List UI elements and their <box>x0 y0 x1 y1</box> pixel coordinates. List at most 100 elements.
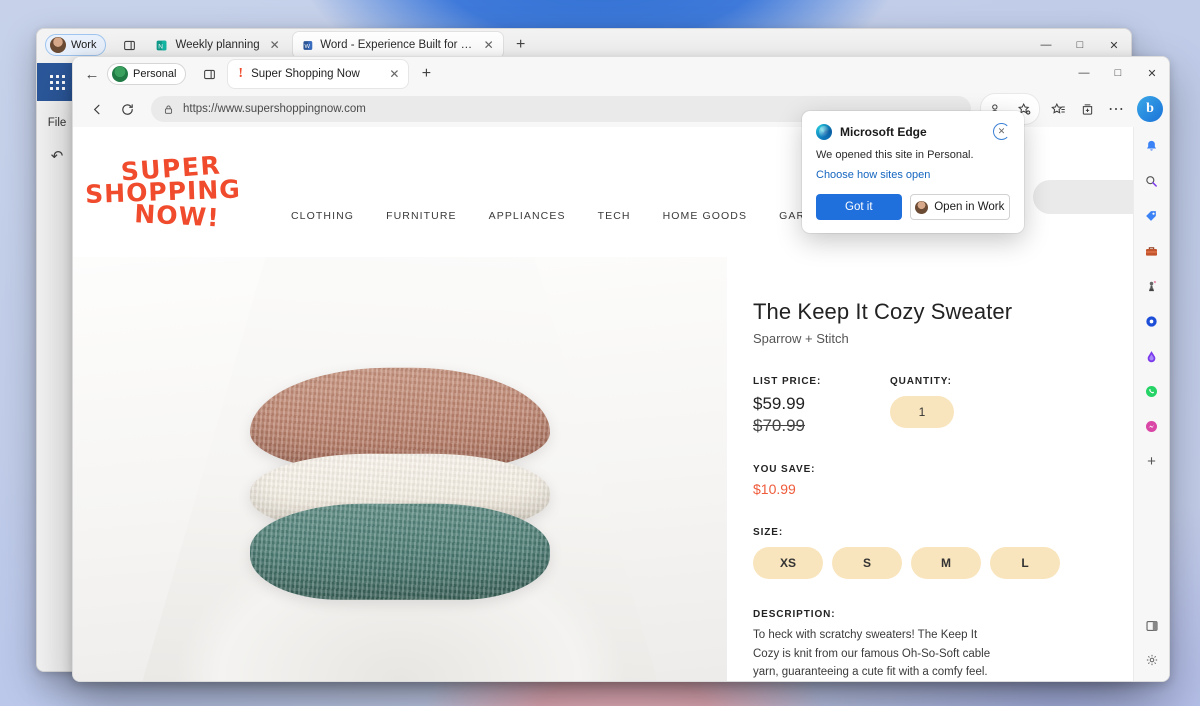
notifications-bell-icon[interactable] <box>1141 135 1163 157</box>
undo-icon[interactable]: ↶ <box>37 139 77 165</box>
quantity-stepper[interactable]: 1 <box>890 396 954 428</box>
popup-message: We opened this site in Personal. <box>816 149 974 161</box>
list-price-label: LIST PRICE: <box>753 376 822 387</box>
copilot-bing-icon[interactable]: b <box>1137 96 1163 122</box>
sweater-stack <box>250 367 550 600</box>
edge-tabbar: ← Personal ! Super Shopping Now ✕ + — □ … <box>73 57 1169 91</box>
personal-profile-label: Personal <box>133 68 177 80</box>
search-icon[interactable] <box>1141 170 1163 192</box>
edge-window-controls: — □ ✕ <box>1067 57 1169 89</box>
app-launcher-icon[interactable] <box>37 63 77 101</box>
product-brand: Sparrow + Stitch <box>753 331 849 346</box>
size-option-l[interactable]: L <box>990 547 1060 579</box>
nav-item-tech[interactable]: TECH <box>582 210 647 222</box>
add-sidebar-app-icon[interactable]: + <box>1141 450 1163 472</box>
list-price-value: $59.99 <box>753 394 805 413</box>
minimize-button[interactable]: — <box>1067 57 1101 89</box>
popup-actions: Got it Open in Work <box>816 194 1010 220</box>
word-new-tab-button[interactable]: + <box>509 33 533 57</box>
tab-label: Weekly planning <box>175 39 260 51</box>
favorites-icon[interactable] <box>1044 95 1072 123</box>
work-profile-label: Work <box>71 39 97 51</box>
size-option-s[interactable]: S <box>832 547 902 579</box>
choose-how-sites-open-link[interactable]: Choose how sites open <box>816 169 930 181</box>
popup-title: Microsoft Edge <box>840 124 927 139</box>
tools-icon[interactable] <box>1141 240 1163 262</box>
work-avatar-icon <box>915 200 929 214</box>
personal-profile-pill[interactable]: Personal <box>107 63 187 85</box>
edge-sidebar: + <box>1133 127 1169 681</box>
nav-item-clothing[interactable]: CLOTHING <box>275 210 370 222</box>
edge-tabstrip-back-icon[interactable]: ← <box>77 59 107 89</box>
tab-close-icon[interactable]: ✕ <box>481 37 497 53</box>
nav-item-appliances[interactable]: APPLIANCES <box>473 210 582 222</box>
sweater-teal <box>250 503 550 600</box>
edge-logo-icon <box>816 123 832 140</box>
browser-essentials-icon[interactable] <box>1141 310 1163 332</box>
you-save-block: YOU SAVE: $10.99 <box>753 464 1115 497</box>
tab-actions-icon[interactable] <box>116 33 142 57</box>
edge-profile-popup[interactable]: Microsoft Edge ✕ We opened this site in … <box>802 111 1024 233</box>
description-label: DESCRIPTION: <box>753 609 836 620</box>
quantity-label: QUANTITY: <box>890 376 952 387</box>
svg-text:W: W <box>304 44 310 50</box>
maximize-button[interactable]: □ <box>1101 57 1135 89</box>
edge-new-tab-button[interactable]: + <box>414 62 438 86</box>
tab-label: Word - Experience Built for Focus <box>320 39 474 51</box>
close-button[interactable]: ✕ <box>1135 57 1169 89</box>
split-screen-icon[interactable] <box>1141 615 1163 637</box>
tab-close-icon[interactable]: ✕ <box>267 37 283 53</box>
you-save-label: YOU SAVE: <box>753 464 816 475</box>
popup-header: Microsoft Edge ✕ <box>816 123 1010 140</box>
refresh-button[interactable] <box>113 95 141 123</box>
product-image[interactable] <box>73 257 727 681</box>
sidebar-settings-icon[interactable] <box>1141 649 1163 671</box>
edge-browser-window[interactable]: ← Personal ! Super Shopping Now ✕ + — □ … <box>72 56 1170 682</box>
word-file-menu[interactable]: File <box>37 101 77 139</box>
size-option-xs[interactable]: XS <box>753 547 823 579</box>
nav-item-furniture[interactable]: FURNITURE <box>370 210 473 222</box>
work-profile-pill[interactable]: Work <box>45 34 107 56</box>
shopping-tag-icon[interactable] <box>1141 205 1163 227</box>
open-in-work-label: Open in Work <box>934 201 1005 213</box>
tab-label: Super Shopping Now <box>251 68 360 80</box>
onenote-icon: N <box>157 40 167 50</box>
edge-tab-super-shopping-now[interactable]: ! Super Shopping Now ✕ <box>228 60 409 88</box>
description-block: DESCRIPTION: To heck with scratchy sweat… <box>753 609 1115 681</box>
messenger-icon[interactable] <box>1141 415 1163 437</box>
address-bar-url: https://www.supershoppingnow.com <box>183 103 366 115</box>
size-option-m[interactable]: M <box>911 547 981 579</box>
nav-item-home-goods[interactable]: HOME GOODS <box>647 210 764 222</box>
you-save-value: $10.99 <box>753 481 796 497</box>
original-price-value: $70.99 <box>753 416 805 435</box>
word-tab-experience-built-for-focus[interactable]: W Word - Experience Built for Focus ✕ <box>292 32 503 58</box>
size-label: SIZE: <box>753 527 784 538</box>
product-title: The Keep It Cozy Sweater <box>753 299 1013 324</box>
tab-actions-icon[interactable] <box>196 62 222 86</box>
collections-icon[interactable] <box>1073 95 1101 123</box>
svg-text:N: N <box>159 43 164 50</box>
size-options: XS S M L <box>753 538 1115 579</box>
product-area: The Keep It Cozy Sweater Sparrow + Stitc… <box>73 257 1155 681</box>
lock-icon <box>164 105 173 114</box>
whatsapp-icon[interactable] <box>1141 380 1163 402</box>
description-text: To heck with scratchy sweaters! The Keep… <box>753 629 991 679</box>
product-info-panel: The Keep It Cozy Sweater Sparrow + Stitc… <box>727 257 1155 681</box>
more-settings-icon[interactable]: ⋯ <box>1102 95 1130 123</box>
word-icon: W <box>303 40 312 50</box>
red-exclamation-icon: ! <box>238 66 244 81</box>
tab-close-icon[interactable]: ✕ <box>386 66 402 82</box>
price-column: LIST PRICE: $59.99 $70.99 <box>753 376 890 436</box>
back-button[interactable] <box>83 95 111 123</box>
quantity-column: QUANTITY: 1 <box>890 376 954 436</box>
got-it-button[interactable]: Got it <box>816 194 902 220</box>
word-left-rail: File ↶ <box>37 61 77 671</box>
personal-avatar-icon <box>112 66 128 82</box>
games-icon[interactable] <box>1141 275 1163 297</box>
site-logo[interactable]: SUPER SHOPPING NOW! <box>85 150 251 232</box>
popup-close-icon[interactable]: ✕ <box>993 123 1010 140</box>
drop-icon[interactable] <box>1141 345 1163 367</box>
open-in-work-button[interactable]: Open in Work <box>909 194 1010 220</box>
word-tab-weekly-planning[interactable]: N Weekly planning ✕ <box>146 32 288 58</box>
work-avatar-icon <box>50 37 66 53</box>
